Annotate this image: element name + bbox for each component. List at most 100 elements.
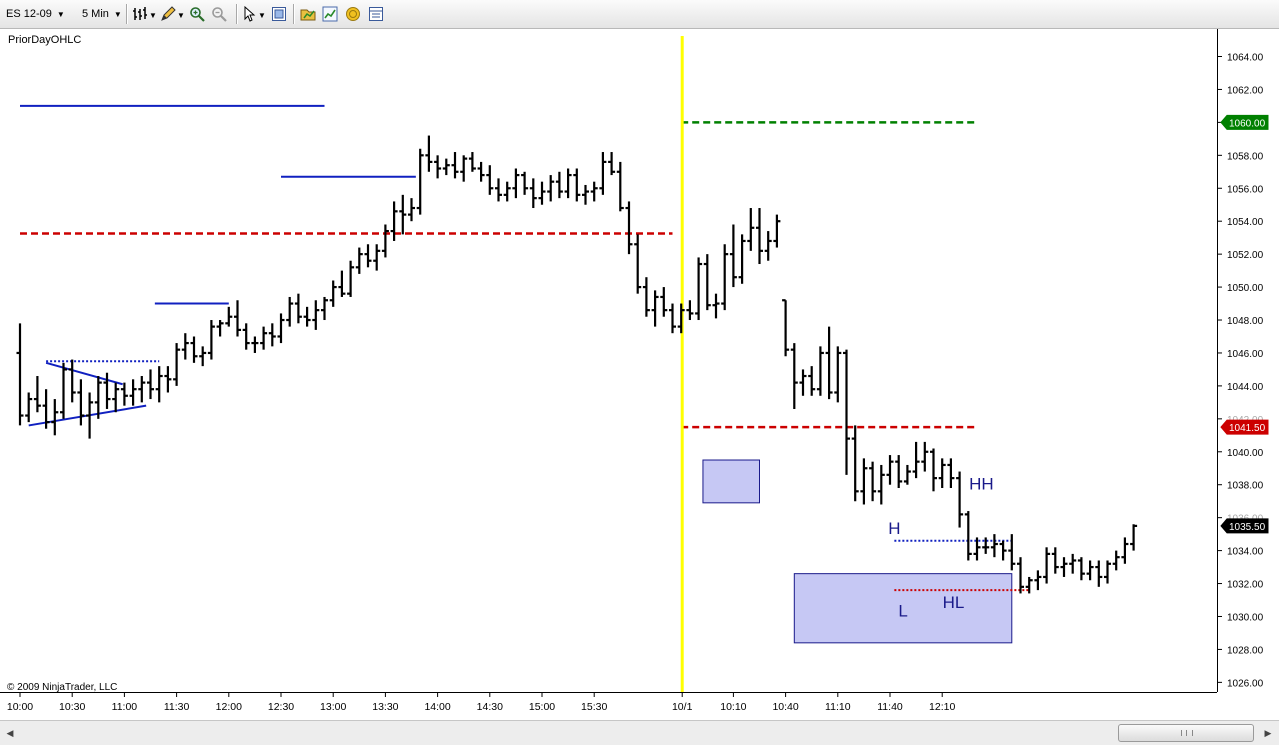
toolbar-separator — [126, 4, 128, 24]
y-tick-label: 1064.00 — [1227, 53, 1264, 64]
ohlc-bar — [312, 300, 320, 330]
ohlc-bar — [529, 178, 537, 209]
horizontal-scrollbar[interactable]: ◀ ▶ — [0, 720, 1279, 745]
ohlc-bar — [60, 362, 67, 419]
ohlc-bar — [590, 181, 598, 202]
y-tick-label: 1032.00 — [1227, 580, 1264, 591]
bar-style-icon[interactable] — [132, 6, 148, 22]
ohlc-bar — [1086, 560, 1094, 581]
y-tick-label: 1044.00 — [1227, 382, 1264, 393]
ohlc-bar — [1017, 557, 1024, 594]
ohlc-bar — [912, 441, 920, 479]
ohlc-bar — [869, 461, 877, 502]
scroll-thumb[interactable] — [1118, 724, 1254, 742]
interval-selector[interactable]: 5 Min ▼ — [82, 5, 122, 23]
ohlc-bar — [938, 458, 946, 489]
ohlc-bar — [251, 336, 259, 353]
strategy-icon[interactable] — [300, 6, 316, 22]
indicators-icon[interactable] — [322, 6, 338, 22]
x-tick-label: 13:30 — [372, 701, 398, 713]
x-tick-label: 11:10 — [825, 701, 851, 713]
ohlc-bar — [373, 244, 381, 271]
scroll-right-icon[interactable]: ▶ — [1261, 726, 1275, 740]
ohlc-bar — [1043, 547, 1051, 584]
grip-icon — [1181, 730, 1193, 736]
chart-toolbar: ES 12-09 ▼ 5 Min ▼ ▼ ▼ ▼ — [0, 0, 1279, 29]
x-tick-label: 14:00 — [424, 701, 450, 713]
ohlc-bar — [799, 369, 807, 396]
ohlc-bar — [1130, 524, 1138, 551]
ohlc-bar — [408, 198, 415, 222]
x-tick-label: 13:00 — [320, 701, 346, 713]
ohlc-bar — [555, 171, 563, 199]
ohlc-bar — [364, 244, 372, 268]
triangle-upper-trendline — [45, 361, 123, 386]
y-tick-label: 1050.00 — [1227, 283, 1264, 294]
ohlc-bar — [512, 168, 520, 199]
ohlc-bar — [147, 369, 154, 400]
ohlc-bar — [503, 181, 511, 202]
y-tick-label: 1026.00 — [1227, 678, 1264, 689]
chevron-down-icon[interactable]: ▼ — [149, 6, 157, 24]
ohlc-bar — [877, 464, 885, 505]
ohlc-bar — [207, 320, 215, 360]
y-tick-label: 1056.00 — [1227, 184, 1264, 195]
ohlc-bar — [268, 323, 276, 347]
ohlc-bar — [1095, 560, 1103, 587]
y-tick-label: 1038.00 — [1227, 481, 1264, 492]
y-tick-label: 1046.00 — [1227, 349, 1264, 360]
zoom-out-icon[interactable] — [211, 6, 227, 22]
chevron-down-icon[interactable]: ▼ — [177, 6, 185, 24]
ohlc-bar — [329, 280, 337, 307]
ohlc-bar — [764, 231, 772, 261]
chevron-down-icon[interactable]: ▼ — [258, 6, 266, 24]
price-marker: 1041.50 — [1220, 419, 1269, 435]
annotation-label: L — [898, 601, 907, 620]
ohlc-bar — [120, 382, 128, 406]
ohlc-bar — [51, 399, 59, 436]
scroll-left-icon[interactable]: ◀ — [3, 726, 17, 740]
draw-pencil-icon[interactable] — [160, 6, 176, 22]
ohlc-bar — [903, 464, 911, 485]
ohlc-bar — [843, 349, 850, 475]
price-marker: 1035.50 — [1220, 518, 1269, 534]
annotation-label: H — [888, 519, 900, 538]
ohlc-bar — [851, 425, 859, 502]
ohlc-bar — [712, 293, 720, 319]
pointer-icon[interactable] — [242, 6, 258, 22]
ohlc-bar — [825, 326, 833, 400]
ohlc-bar — [956, 471, 964, 528]
zoom-in-icon[interactable] — [189, 6, 205, 22]
ohlc-bar — [834, 346, 842, 403]
ohlc-bar — [782, 299, 790, 357]
properties-icon[interactable] — [271, 6, 287, 22]
x-tick-label: 10:00 — [7, 701, 33, 713]
toolbar-separator — [236, 4, 238, 24]
ohlc-bar — [355, 247, 363, 274]
ohlc-bar — [860, 458, 868, 505]
ohlc-bar — [477, 161, 485, 182]
y-tick-label: 1052.00 — [1227, 250, 1264, 261]
ohlc-bar — [460, 155, 468, 182]
price-marker-label: 1035.50 — [1229, 522, 1266, 533]
ohlc-bar — [33, 376, 41, 413]
instrument-selector[interactable]: ES 12-09 ▼ — [6, 5, 65, 23]
y-tick-label: 1040.00 — [1227, 448, 1264, 459]
y-tick-label: 1058.00 — [1227, 151, 1264, 162]
x-tick-label: 11:40 — [877, 701, 903, 713]
ohlc-bar — [216, 320, 224, 337]
price-chart[interactable]: HL HLHH 1026.001028.001030.001032.001034.… — [0, 29, 1279, 720]
ohlc-bar — [390, 201, 398, 241]
ohlc-bars — [16, 135, 1138, 594]
ohlc-bar — [442, 158, 450, 176]
data-box-icon[interactable] — [368, 6, 384, 22]
ohlc-bar — [573, 168, 581, 202]
y-tick-label: 1054.00 — [1227, 217, 1264, 228]
ohlc-bar — [381, 224, 389, 258]
coins-icon[interactable] — [345, 6, 361, 22]
ohlc-bar — [790, 343, 798, 409]
ohlc-bar — [599, 152, 607, 195]
ohlc-bar — [173, 343, 181, 386]
ohlc-bar — [895, 455, 903, 489]
ohlc-bar — [495, 178, 502, 202]
